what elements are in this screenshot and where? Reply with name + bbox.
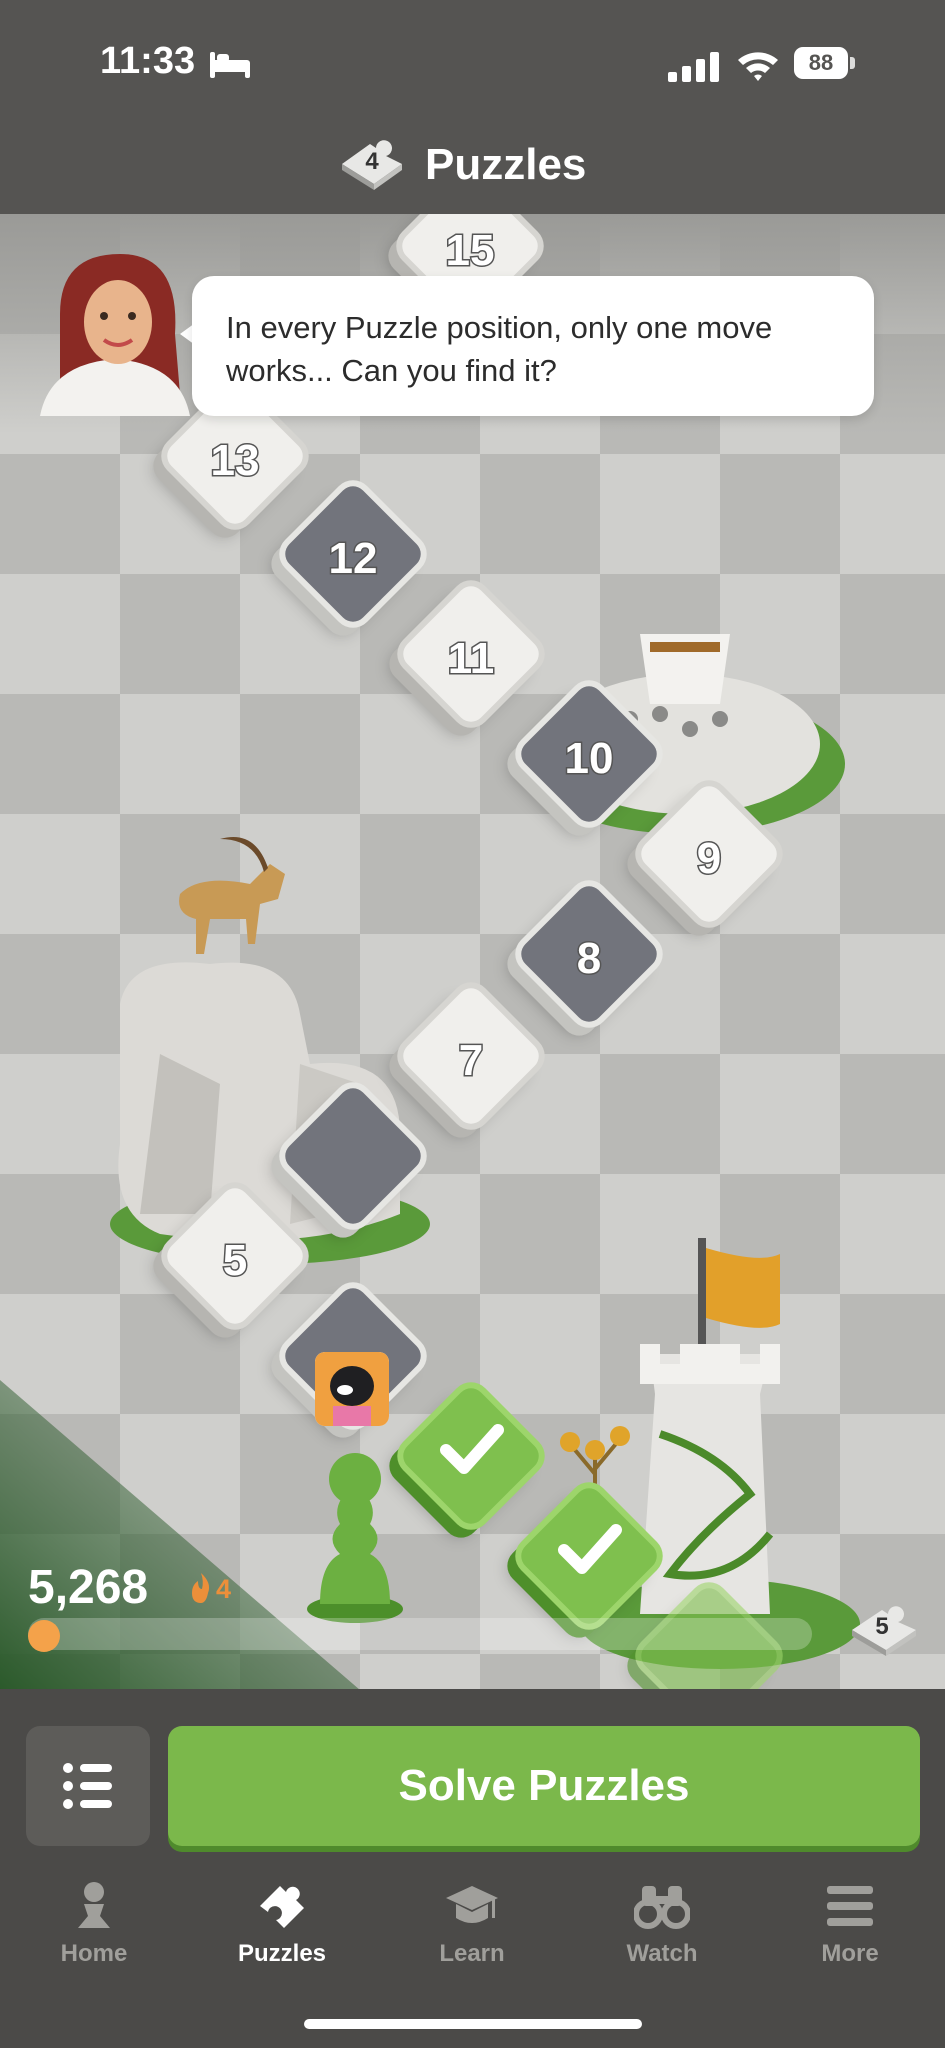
puzzle-piece-icon — [260, 1886, 304, 1928]
sleep-mode-icon — [210, 52, 250, 78]
streak-count: 4 — [216, 1574, 232, 1604]
tab-home-label: Home — [60, 1940, 128, 1967]
list-icon — [63, 1763, 112, 1809]
tab-more-label: More — [821, 1940, 879, 1967]
puzzle-rating: 5,268 — [28, 1561, 149, 1614]
cellular-signal-icon — [668, 52, 719, 82]
tab-more[interactable]: More — [770, 1876, 930, 1986]
header-puzzle-count: 4 — [365, 148, 379, 175]
progress-fill — [28, 1620, 60, 1652]
binoculars-icon — [634, 1886, 690, 1929]
next-reward-count: 5 — [875, 1613, 889, 1640]
menu-icon — [827, 1886, 873, 1926]
tab-watch-label: Watch — [626, 1940, 698, 1967]
tab-home[interactable]: Home — [14, 1876, 174, 1986]
battery-level: 88 — [794, 47, 848, 79]
home-indicator — [304, 2019, 642, 2029]
solve-puzzles-button[interactable]: Solve Puzzles — [168, 1726, 920, 1846]
tab-watch[interactable]: Watch — [582, 1876, 742, 1986]
tab-puzzles-label: Puzzles — [237, 1940, 327, 1967]
tab-puzzles[interactable]: Puzzles — [202, 1876, 362, 1986]
flame-icon — [192, 1573, 210, 1603]
progress-track — [28, 1618, 812, 1650]
battery-indicator: 88 — [794, 47, 856, 79]
pawn-icon — [78, 1882, 110, 1928]
coach-speech-bubble: In every Puzzle position, only one move … — [192, 276, 874, 416]
goat-scenery — [179, 836, 285, 954]
checkmark-icon — [558, 1524, 622, 1574]
checkmark-icon — [440, 1424, 504, 1474]
page-title: Puzzles — [425, 140, 587, 189]
wifi-icon — [738, 52, 778, 81]
puzzle-list-button[interactable] — [26, 1726, 150, 1846]
tab-learn[interactable]: Learn — [392, 1876, 552, 1986]
tab-learn-label: Learn — [439, 1940, 505, 1967]
coach-avatar — [40, 254, 190, 416]
graduation-cap-icon — [446, 1886, 498, 1923]
app-header: 11:33 88 4 Puzzles — [0, 0, 945, 214]
status-time: 11:33 — [100, 40, 196, 82]
